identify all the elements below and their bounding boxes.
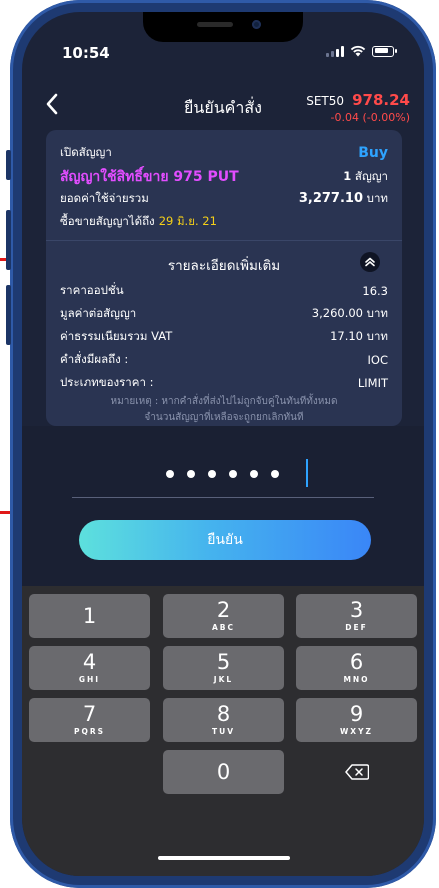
pin-input[interactable]	[166, 470, 279, 478]
pin-dot	[208, 470, 216, 478]
total-label: ยอดค่าใช้จ่ายรวม	[60, 191, 149, 205]
pin-dot	[187, 470, 195, 478]
confirm-button[interactable]: ยืนยัน	[79, 520, 371, 560]
note-line-1: หมายเหตุ : หากคำสั่งที่ส่งไปไม่ถูกจับคู่…	[110, 396, 338, 407]
pin-dot	[166, 470, 174, 478]
contract-name: สัญญาใช้สิทธิ์ขาย 975 PUT	[60, 169, 239, 185]
camera	[252, 20, 261, 29]
contract-row: สัญญาใช้สิทธิ์ขาย 975 PUT 1 สัญญา	[60, 166, 388, 188]
order-summary-card: เปิดสัญญา Buy สัญญาใช้สิทธิ์ขาย 975 PUT …	[46, 130, 402, 426]
key-3[interactable]: 3 DEF	[296, 594, 417, 638]
pin-dot	[271, 470, 279, 478]
key-blank	[29, 750, 150, 794]
side-button	[6, 210, 11, 270]
trade-until-row: ซื้อขายสัญญาได้ถึง 29 มิ.ย. 21	[60, 213, 388, 231]
pin-underline	[72, 497, 374, 498]
speaker	[197, 22, 233, 27]
divider	[46, 240, 402, 241]
details-title: รายละเอียดเพิ่มเติม	[167, 258, 281, 274]
key-0[interactable]: 0	[163, 750, 284, 794]
total-currency: บาท	[366, 191, 388, 205]
total-row: ยอดค่าใช้จ่ายรวม 3,277.10 บาท	[60, 190, 388, 208]
key-6[interactable]: 6 MNO	[296, 646, 417, 690]
index-value: 978.24	[352, 91, 410, 109]
battery-icon	[372, 45, 397, 57]
backspace-icon	[344, 764, 369, 780]
note-line-2: จำนวนสัญญาที่เหลือจะถูกยกเลิกทันที	[144, 412, 304, 423]
chevron-up-icon[interactable]	[360, 252, 380, 272]
pin-dot	[229, 470, 237, 478]
status-time: 10:54	[62, 44, 110, 62]
header: ยืนยันคำสั่ง SET50 978.24 -0.04 (-0.00%)	[22, 90, 424, 132]
quantity-value: 1	[343, 169, 352, 183]
side-button	[6, 150, 11, 180]
total-value: 3,277.10	[298, 191, 363, 206]
index-quote: SET50 978.24 -0.04 (-0.00%)	[306, 90, 410, 124]
trade-until-date: 29 มิ.ย. 21	[158, 214, 217, 228]
key-8[interactable]: 8 TUV	[163, 698, 284, 742]
signal-icon	[326, 45, 344, 57]
key-9[interactable]: 9 WXYZ	[296, 698, 417, 742]
key-5[interactable]: 5 JKL	[163, 646, 284, 690]
numeric-keypad: 1 2 ABC 3 DEF 4 GHI 5 JKL 6 MNO 7 PQRS 8…	[22, 586, 424, 876]
detail-row: คำสั่งมีผลถึง : IOC	[60, 352, 388, 367]
detail-row: ค่าธรรมเนียมรวม VAT 17.10 บาท	[60, 329, 388, 343]
quantity-unit: สัญญา	[354, 169, 388, 183]
key-4[interactable]: 4 GHI	[29, 646, 150, 690]
trade-until-label: ซื้อขายสัญญาได้ถึง	[60, 214, 155, 228]
index-name: SET50	[306, 94, 345, 108]
pin-dot	[250, 470, 258, 478]
home-indicator[interactable]	[158, 856, 290, 860]
detail-row: มูลค่าต่อสัญญา 3,260.00 บาท	[60, 306, 388, 320]
order-action-row: เปิดสัญญา Buy	[60, 144, 388, 162]
key-7[interactable]: 7 PQRS	[29, 698, 150, 742]
order-side: Buy	[358, 145, 388, 161]
notch	[143, 12, 303, 42]
wifi-icon	[350, 45, 366, 57]
side-button	[6, 285, 11, 345]
pin-area: ยืนยัน	[22, 426, 424, 596]
key-1[interactable]: 1	[29, 594, 150, 638]
phone-screen: 10:54 ยืนยันคำสั่ง SET50 978.24 -0.04 (-…	[22, 12, 424, 876]
order-action-label: เปิดสัญญา	[60, 145, 112, 159]
pin-cursor	[306, 459, 308, 487]
detail-row: ราคาออปชั่น 16.3	[60, 283, 388, 298]
key-2[interactable]: 2 ABC	[163, 594, 284, 638]
detail-row: ประเภทของราคา : LIMIT	[60, 375, 388, 390]
backspace-key[interactable]	[296, 750, 417, 794]
status-icons	[326, 45, 397, 57]
index-change: -0.04 (-0.00%)	[330, 111, 410, 124]
